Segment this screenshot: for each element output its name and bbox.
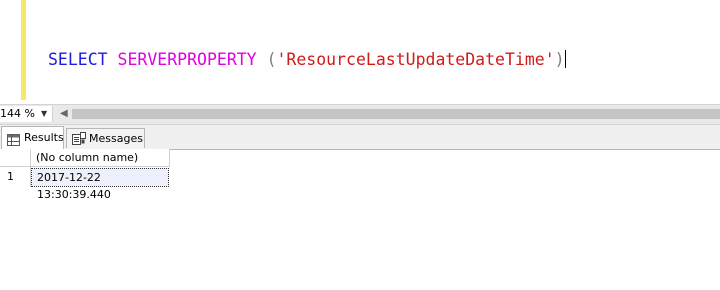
horizontal-scrollbar-thumb[interactable] <box>72 109 720 119</box>
column-header[interactable]: (No column name) <box>31 149 170 167</box>
code-line-1[interactable]: SELECT SERVERPROPERTY ('ResourceLastUpda… <box>48 49 566 71</box>
editor-gutter <box>0 0 18 100</box>
grid-header-row: (No column name) <box>0 149 170 167</box>
tab-messages-label: Messages <box>89 132 143 145</box>
tab-messages[interactable]: Messages <box>66 128 145 148</box>
zoom-dropdown[interactable]: 144 % ▼ <box>0 106 53 122</box>
tab-results[interactable]: Results <box>1 126 64 150</box>
string-literal: 'ResourceLastUpdateDateTime' <box>276 50 555 69</box>
tab-results-label: Results <box>24 131 64 144</box>
text-caret <box>564 50 566 68</box>
close-paren: ) <box>554 50 565 69</box>
query-editor[interactable]: SELECT SERVERPROPERTY ('ResourceLastUpda… <box>0 0 720 104</box>
grid-corner-cell[interactable] <box>0 149 31 167</box>
zoom-value: 144 % <box>0 107 35 120</box>
results-tab-bar: Results Messages <box>0 125 720 150</box>
change-tracking-bar <box>21 0 26 100</box>
result-cell[interactable]: 2017-12-22 13:30:39.440 <box>31 168 169 201</box>
sql-function: SERVERPROPERTY <box>117 50 257 69</box>
open-paren: ( <box>266 50 277 69</box>
sql-keyword: SELECT <box>48 50 108 69</box>
scroll-left-arrow-icon[interactable]: ◀ <box>60 106 68 122</box>
row-number[interactable]: 1 <box>0 167 31 187</box>
chevron-down-icon: ▼ <box>41 109 48 118</box>
editor-status-strip: 144 % ▼ ◀ <box>0 104 720 125</box>
